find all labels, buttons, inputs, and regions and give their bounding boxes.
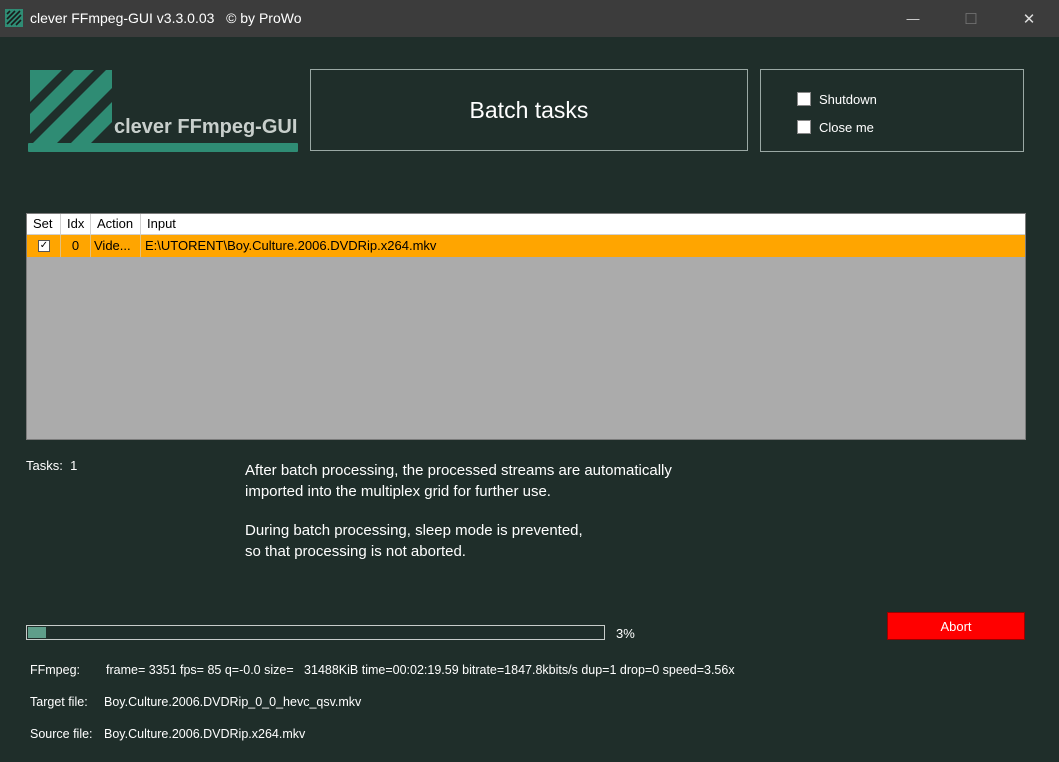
ffmpeg-output: frame= 3351 fps= 85 q=-0.0 size= 31488Ki… (106, 663, 735, 677)
info-line: so that processing is not aborted. (245, 543, 466, 560)
progress-fill (28, 627, 46, 638)
title-bar: clever FFmpeg-GUI v3.3.0.03 © by ProWo —… (0, 0, 1059, 37)
options-panel: Shutdown Close me (760, 69, 1024, 152)
info-line: After batch processing, the processed st… (245, 462, 672, 479)
column-header-set[interactable]: Set (27, 214, 61, 234)
logo-icon (30, 70, 112, 152)
window-title: clever FFmpeg-GUI v3.3.0.03 © by ProWo (30, 10, 302, 26)
close-icon: ✕ (1022, 10, 1036, 28)
app-icon (5, 9, 23, 27)
row-set-cell[interactable]: ✓ (27, 235, 61, 257)
progress-percent: 3% (616, 626, 635, 641)
info-line: imported into the multiplex grid for fur… (245, 483, 551, 500)
batch-grid[interactable]: Set Idx Action Input ✓ 0 Vide... E:\UTOR… (26, 213, 1026, 440)
shutdown-label: Shutdown (819, 91, 877, 107)
checkbox-icon[interactable]: ✓ (38, 240, 50, 252)
tasks-label: Tasks: (26, 458, 63, 473)
logo-underline (28, 143, 298, 152)
maximize-icon: ☐ (964, 10, 978, 28)
minimize-button[interactable]: — (884, 0, 942, 37)
shutdown-checkbox[interactable]: Shutdown (797, 90, 877, 108)
column-header-action[interactable]: Action (91, 214, 141, 234)
checkbox-icon[interactable] (797, 120, 811, 134)
info-line: During batch processing, sleep mode is p… (245, 522, 583, 539)
tasks-value: 1 (70, 458, 78, 473)
source-file-value: Boy.Culture.2006.DVDRip.x264.mkv (104, 727, 306, 741)
page-title: Batch tasks (469, 96, 589, 123)
row-input-cell: E:\UTORENT\Boy.Culture.2006.DVDRip.x264.… (145, 238, 437, 253)
table-row[interactable]: ✓ 0 Vide... E:\UTORENT\Boy.Culture.2006.… (27, 235, 1025, 257)
target-file-value: Boy.Culture.2006.DVDRip_0_0_hevc_qsv.mkv (104, 695, 362, 709)
row-idx-cell: 0 (61, 235, 91, 257)
target-file-label: Target file: (30, 695, 88, 709)
close-me-label: Close me (819, 119, 874, 135)
tasks-count: Tasks: 1 (26, 458, 77, 473)
close-button[interactable]: ✕ (1000, 0, 1058, 37)
column-header-idx[interactable]: Idx (61, 214, 91, 234)
column-header-input[interactable]: Input (141, 214, 1025, 234)
ffmpeg-label: FFmpeg: (30, 663, 81, 677)
info-text: After batch processing, the processed st… (245, 460, 672, 562)
progress-bar (26, 625, 605, 640)
close-me-checkbox[interactable]: Close me (797, 118, 874, 136)
header-panel: Batch tasks (310, 69, 748, 151)
abort-button[interactable]: Abort (887, 612, 1025, 640)
minimize-icon: — (906, 11, 920, 26)
row-action-cell: Vide... (91, 235, 141, 257)
grid-header: Set Idx Action Input (27, 214, 1025, 235)
source-file-label: Source file: (30, 727, 93, 741)
checkbox-icon[interactable] (797, 92, 811, 106)
logo-text: clever FFmpeg-GUI (114, 116, 298, 138)
maximize-button[interactable]: ☐ (942, 0, 1000, 37)
